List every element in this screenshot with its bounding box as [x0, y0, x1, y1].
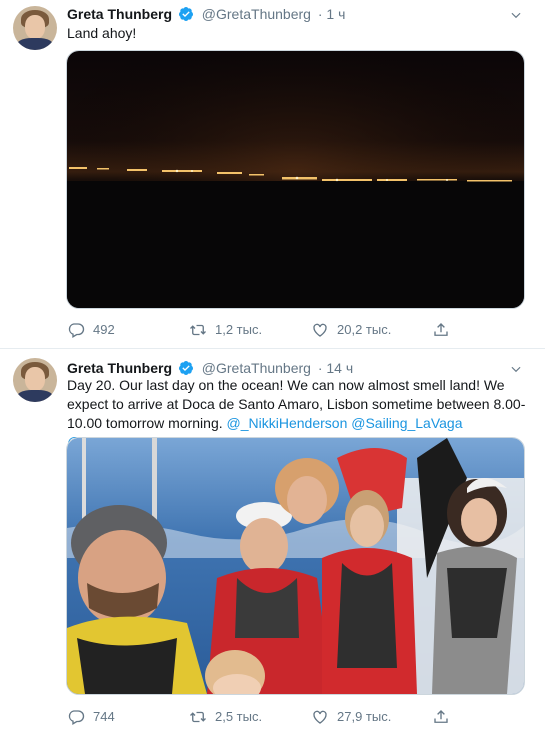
reply-icon [67, 321, 85, 339]
reply-icon [67, 708, 85, 726]
verified-badge-icon [178, 360, 194, 376]
author-handle[interactable]: @GretaThunberg [202, 6, 311, 22]
tweet-actions: 744 2,5 тыс. 27,9 тыс. [67, 707, 467, 727]
tweet-photo[interactable] [66, 50, 525, 309]
avatar[interactable] [13, 358, 57, 402]
retweet-icon [189, 321, 207, 339]
like-icon [311, 321, 329, 339]
crew-group-photo [67, 438, 524, 694]
retweet-icon [189, 708, 207, 726]
tweet-text: Land ahoy! [67, 25, 137, 41]
chevron-down-icon[interactable] [509, 362, 523, 376]
share-icon [432, 321, 450, 339]
verified-badge-icon [178, 6, 194, 22]
tweet[interactable]: Greta Thunberg @GretaThunberg · 1 ч Land… [0, 0, 545, 349]
tweet-actions: 492 1,2 тыс. 20,2 тыс. [67, 320, 467, 340]
tweet-time[interactable]: · 1 ч [318, 6, 346, 22]
tweet-time[interactable]: · 14 ч [318, 360, 353, 376]
like-count: 27,9 тыс. [337, 709, 392, 724]
reply-count: 744 [93, 709, 115, 724]
retweet-count: 2,5 тыс. [215, 709, 263, 724]
avatar[interactable] [13, 6, 57, 50]
author-handle[interactable]: @GretaThunberg [202, 360, 311, 376]
tweet-photo[interactable] [66, 437, 525, 695]
author-name[interactable]: Greta Thunberg [67, 6, 172, 22]
tweet-header: Greta Thunberg @GretaThunberg · 14 ч [67, 358, 353, 378]
like-icon [311, 708, 329, 726]
author-name[interactable]: Greta Thunberg [67, 360, 172, 376]
night-coastline-photo [67, 51, 524, 308]
share-icon [432, 708, 450, 726]
tweet-header: Greta Thunberg @GretaThunberg · 1 ч [67, 4, 345, 24]
like-count: 20,2 тыс. [337, 322, 392, 337]
chevron-down-icon[interactable] [509, 8, 523, 22]
mention-link[interactable]: @_NikkiHenderson [227, 415, 348, 431]
tweet[interactable]: Greta Thunberg @GretaThunberg · 14 ч Day… [0, 348, 545, 743]
mention-link[interactable]: @Sailing_LaVaga [351, 415, 462, 431]
retweet-count: 1,2 тыс. [215, 322, 263, 337]
reply-count: 492 [93, 322, 115, 337]
